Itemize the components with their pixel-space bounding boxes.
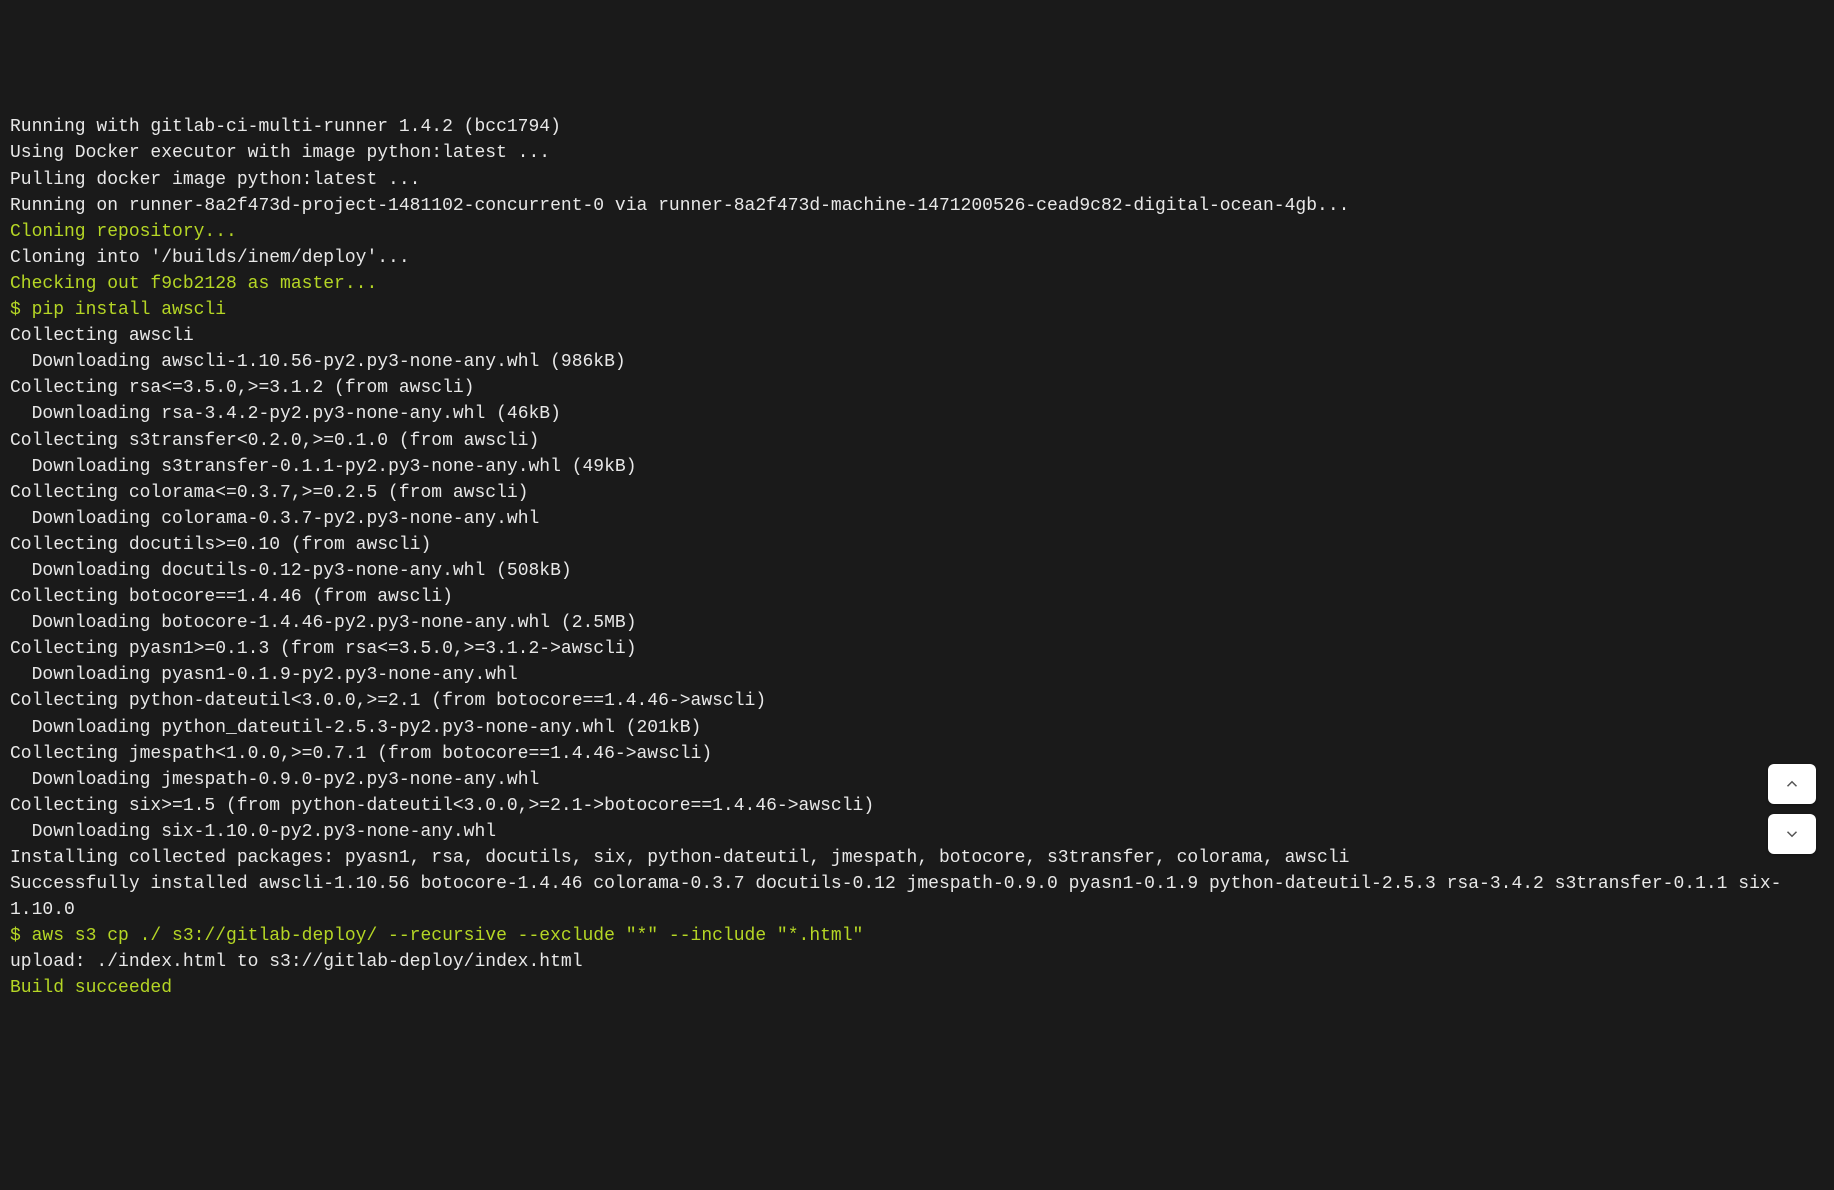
- scroll-up-button[interactable]: [1768, 764, 1816, 804]
- scroll-nav: [1768, 764, 1816, 854]
- terminal-line: Successfully installed awscli-1.10.56 bo…: [10, 871, 1824, 923]
- terminal-line: Collecting six>=1.5 (from python-dateuti…: [10, 793, 1824, 819]
- terminal-line: Collecting jmespath<1.0.0,>=0.7.1 (from …: [10, 741, 1824, 767]
- terminal-output: Running with gitlab-ci-multi-runner 1.4.…: [10, 114, 1824, 1001]
- terminal-line: Downloading awscli-1.10.56-py2.py3-none-…: [10, 349, 1824, 375]
- terminal-line: Downloading colorama-0.3.7-py2.py3-none-…: [10, 506, 1824, 532]
- terminal-line: Downloading docutils-0.12-py3-none-any.w…: [10, 558, 1824, 584]
- terminal-line: Downloading pyasn1-0.1.9-py2.py3-none-an…: [10, 662, 1824, 688]
- terminal-line: Collecting python-dateutil<3.0.0,>=2.1 (…: [10, 688, 1824, 714]
- terminal-line: Collecting rsa<=3.5.0,>=3.1.2 (from awsc…: [10, 375, 1824, 401]
- terminal-line: Running on runner-8a2f473d-project-14811…: [10, 193, 1824, 219]
- terminal-line: Installing collected packages: pyasn1, r…: [10, 845, 1824, 871]
- terminal-line: Collecting pyasn1>=0.1.3 (from rsa<=3.5.…: [10, 636, 1824, 662]
- chevron-down-icon: [1783, 825, 1801, 843]
- terminal-line: upload: ./index.html to s3://gitlab-depl…: [10, 949, 1824, 975]
- terminal-line: Downloading python_dateutil-2.5.3-py2.py…: [10, 715, 1824, 741]
- terminal-line: Checking out f9cb2128 as master...: [10, 271, 1824, 297]
- terminal-line: Downloading rsa-3.4.2-py2.py3-none-any.w…: [10, 401, 1824, 427]
- terminal-line: Collecting s3transfer<0.2.0,>=0.1.0 (fro…: [10, 428, 1824, 454]
- terminal-line: Collecting docutils>=0.10 (from awscli): [10, 532, 1824, 558]
- chevron-up-icon: [1783, 775, 1801, 793]
- terminal-line: Running with gitlab-ci-multi-runner 1.4.…: [10, 114, 1824, 140]
- scroll-down-button[interactable]: [1768, 814, 1816, 854]
- terminal-line: Downloading six-1.10.0-py2.py3-none-any.…: [10, 819, 1824, 845]
- terminal-line: Downloading jmespath-0.9.0-py2.py3-none-…: [10, 767, 1824, 793]
- terminal-line: $ pip install awscli: [10, 297, 1824, 323]
- terminal-line: Pulling docker image python:latest ...: [10, 167, 1824, 193]
- terminal-line: Collecting awscli: [10, 323, 1824, 349]
- terminal-line: Cloning into '/builds/inem/deploy'...: [10, 245, 1824, 271]
- terminal-line: Collecting colorama<=0.3.7,>=0.2.5 (from…: [10, 480, 1824, 506]
- terminal-line: Collecting botocore==1.4.46 (from awscli…: [10, 584, 1824, 610]
- terminal-line: Build succeeded: [10, 975, 1824, 1001]
- terminal-line: Using Docker executor with image python:…: [10, 140, 1824, 166]
- terminal-line: Downloading botocore-1.4.46-py2.py3-none…: [10, 610, 1824, 636]
- terminal-line: Cloning repository...: [10, 219, 1824, 245]
- terminal-line: Downloading s3transfer-0.1.1-py2.py3-non…: [10, 454, 1824, 480]
- terminal-line: $ aws s3 cp ./ s3://gitlab-deploy/ --rec…: [10, 923, 1824, 949]
